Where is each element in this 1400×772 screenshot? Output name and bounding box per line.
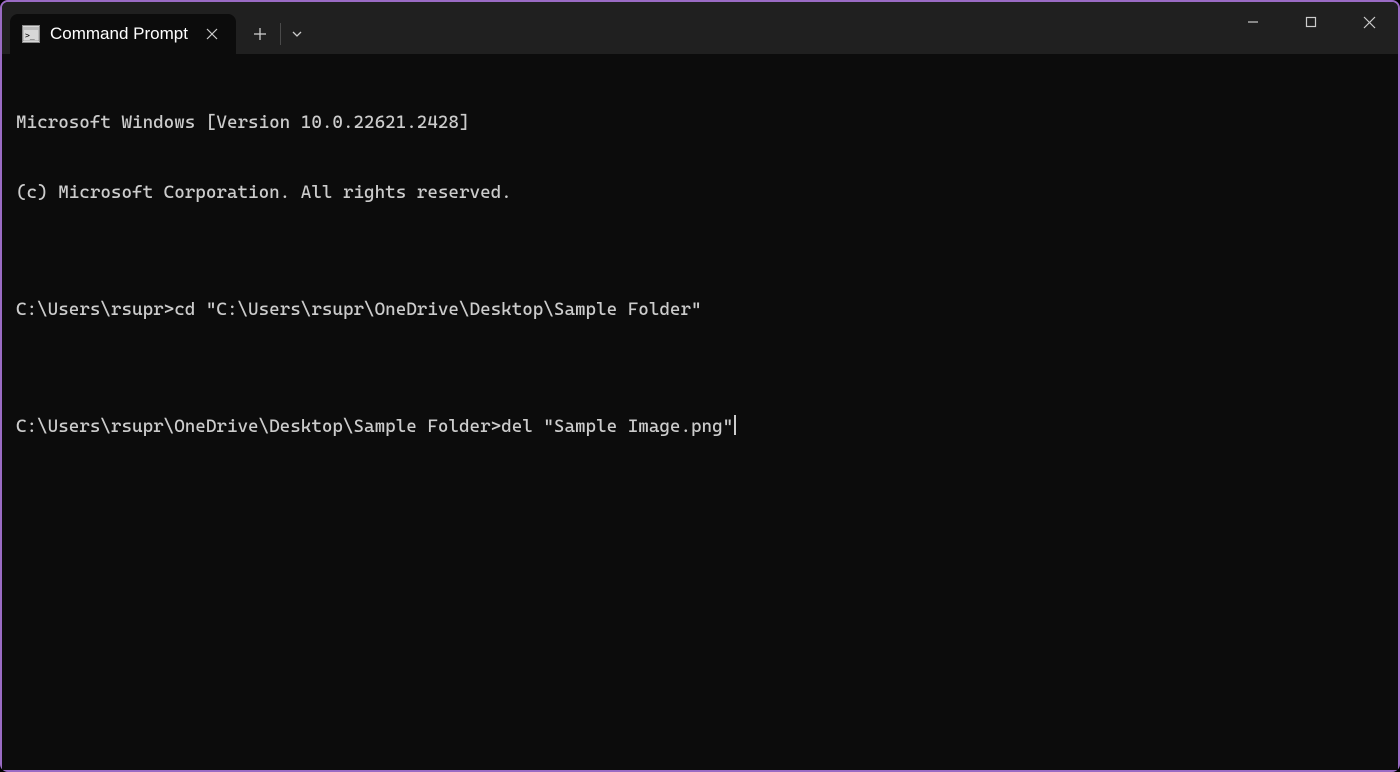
minimize-icon [1247, 16, 1259, 28]
new-tab-button[interactable] [242, 16, 278, 52]
close-icon [1363, 16, 1376, 29]
tab-divider [280, 23, 281, 45]
tab-command-prompt[interactable]: >_ Command Prompt [10, 14, 236, 54]
terminal-line: Microsoft Windows [Version 10.0.22621.24… [16, 111, 1384, 134]
tab-title: Command Prompt [50, 24, 192, 44]
close-window-button[interactable] [1340, 2, 1398, 42]
tab-close-button[interactable] [202, 24, 222, 44]
terminal-output[interactable]: Microsoft Windows [Version 10.0.22621.24… [2, 54, 1398, 770]
text-cursor [734, 415, 736, 435]
close-icon [206, 28, 218, 40]
tab-dropdown-button[interactable] [283, 16, 311, 52]
terminal-line-text: C:\Users\rsupr\OneDrive\Desktop\Sample F… [16, 415, 733, 438]
command-prompt-icon: >_ [22, 25, 40, 43]
tabs-section: >_ Command Prompt [2, 2, 311, 54]
terminal-line: (c) Microsoft Corporation. All rights re… [16, 181, 1384, 204]
terminal-current-line: C:\Users\rsupr\OneDrive\Desktop\Sample F… [16, 415, 1384, 438]
maximize-button[interactable] [1282, 2, 1340, 42]
terminal-line: C:\Users\rsupr>cd "C:\Users\rsupr\OneDri… [16, 298, 1384, 321]
minimize-button[interactable] [1224, 2, 1282, 42]
chevron-down-icon [292, 31, 302, 37]
svg-text:>_: >_ [25, 31, 35, 40]
window-controls [1224, 2, 1398, 42]
plus-icon [253, 27, 267, 41]
titlebar: >_ Command Prompt [2, 2, 1398, 54]
tab-actions [242, 14, 311, 54]
maximize-icon [1305, 16, 1317, 28]
